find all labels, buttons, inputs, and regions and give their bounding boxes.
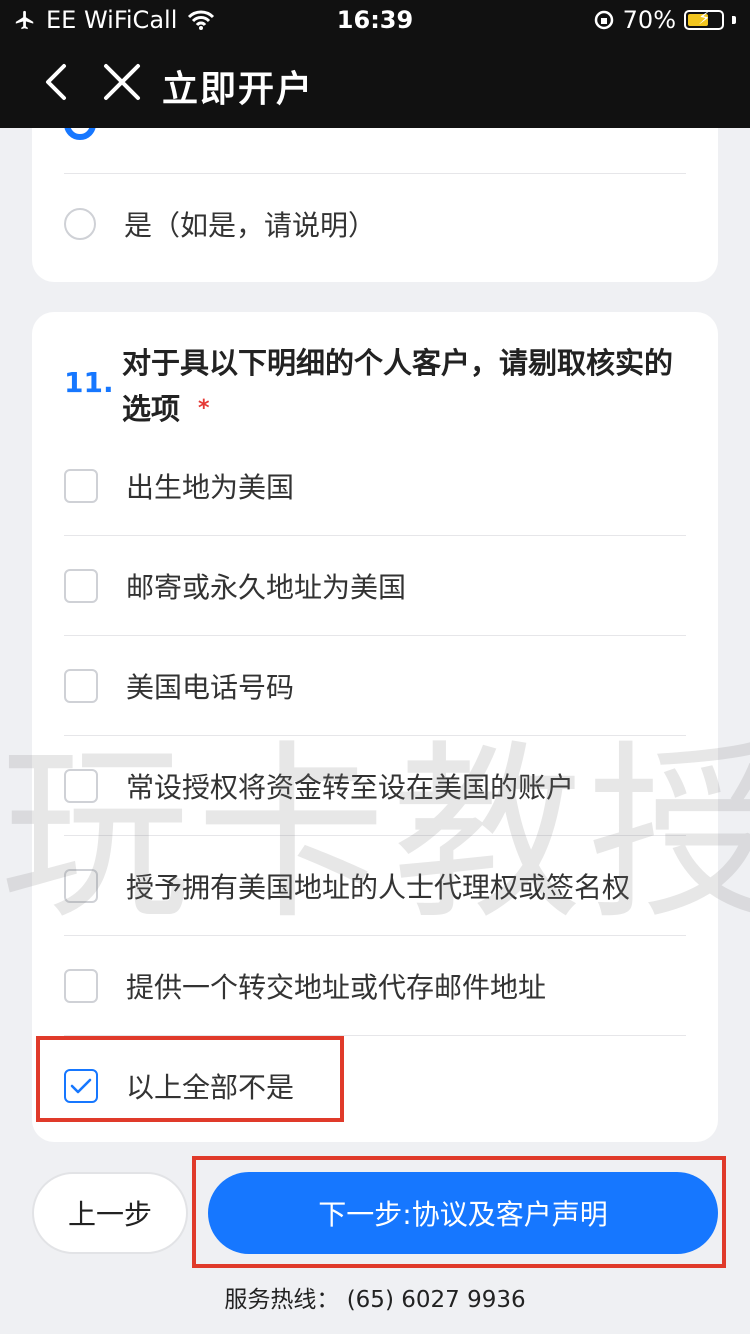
checkbox[interactable]	[64, 469, 98, 503]
battery-icon: ⚡	[684, 8, 724, 30]
option-label: 是（如是，请说明）	[124, 209, 377, 242]
page-title: 立即开户	[162, 69, 315, 110]
checkbox-option[interactable]: 授予拥有美国地址的人士代理权或签名权	[64, 836, 686, 936]
option-label: 提供一个转交地址或代存邮件地址	[126, 971, 547, 1004]
option-label: 美国电话号码	[126, 671, 295, 704]
option-label: 授予拥有美国地址的人士代理权或签名权	[126, 871, 631, 904]
checkbox[interactable]	[64, 969, 98, 1003]
option-label: 常设授权将资金转至设在美国的账户	[126, 771, 575, 804]
checkbox-option[interactable]: 常设授权将资金转至设在美国的账户	[64, 736, 686, 836]
question-number: 11.	[64, 366, 114, 399]
option-label: 出生地为美国	[126, 471, 295, 504]
required-mark: *	[198, 396, 210, 421]
status-bar: EE WiFiCall 16:39 70% ⚡	[0, 0, 750, 40]
checkbox[interactable]	[64, 669, 98, 703]
question-text: 对于具以下明细的个人客户，请剔取核实的选项 *	[122, 340, 682, 432]
option-label: 邮寄或永久地址为美国	[126, 571, 407, 604]
highlight-box-option	[36, 1036, 344, 1122]
checkbox[interactable]	[64, 569, 98, 603]
radio-button[interactable]	[64, 208, 96, 240]
option-row-yes[interactable]: 是（如是，请说明）	[64, 174, 686, 274]
close-icon[interactable]	[100, 60, 144, 104]
prev-step-button[interactable]: 上一步	[32, 1172, 188, 1254]
checkbox[interactable]	[64, 769, 98, 803]
checkbox[interactable]	[64, 869, 98, 903]
question-card: 11. 对于具以下明细的个人客户，请剔取核实的选项 * 出生地为美国 邮寄或永久地…	[32, 312, 718, 1142]
battery-tip	[732, 16, 736, 24]
checkbox-option[interactable]: 提供一个转交地址或代存邮件地址	[64, 936, 686, 1036]
checkbox-option[interactable]: 邮寄或永久地址为美国	[64, 536, 686, 636]
battery-percent: 70%	[622, 6, 676, 34]
orientation-lock-icon	[594, 10, 613, 30]
hotline-text: 服务热线： (65) 6027 9936	[224, 1287, 526, 1313]
nav-bar-overlay: 立即开户	[0, 40, 750, 128]
next-step-button[interactable]: 下一步:协议及客户声明	[208, 1172, 718, 1254]
status-right: 70% ⚡	[593, 6, 736, 34]
checkbox-option[interactable]: 出生地为美国	[64, 436, 686, 536]
checkbox-option[interactable]: 美国电话号码	[64, 636, 686, 736]
back-icon[interactable]	[36, 58, 76, 106]
